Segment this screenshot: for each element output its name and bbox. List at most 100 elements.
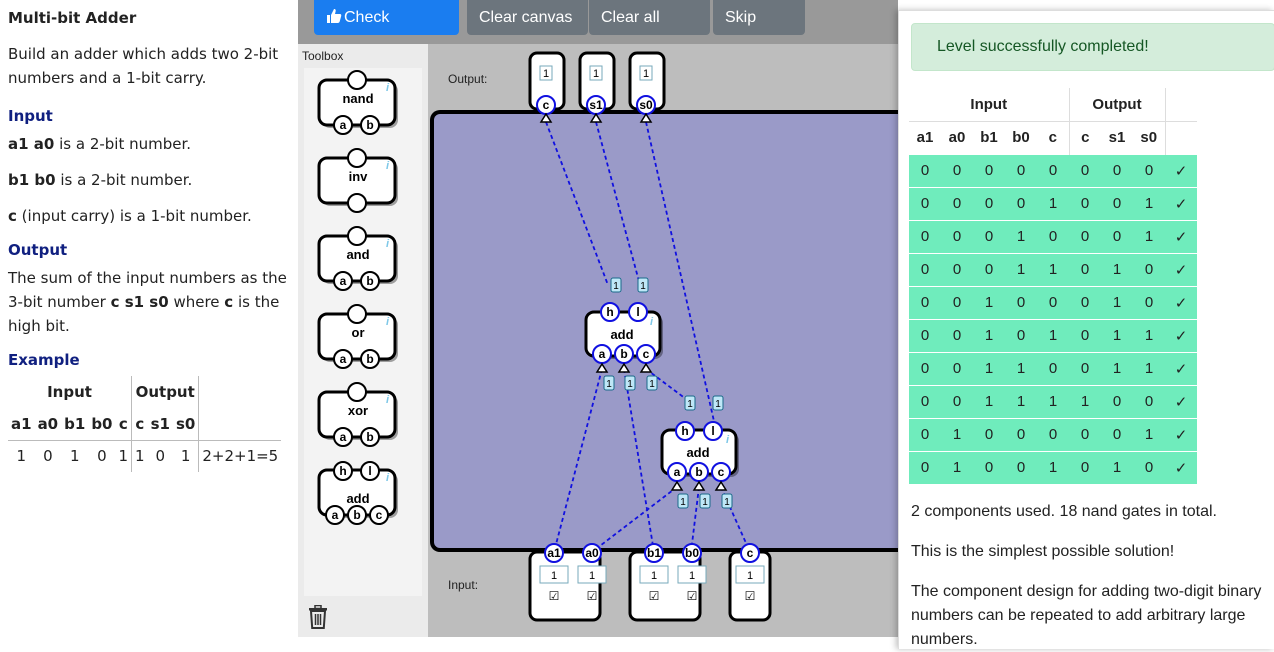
truth-input-group: Input: [909, 88, 1070, 122]
connector-arrow: [617, 362, 631, 373]
pin-b[interactable]: b: [360, 427, 380, 447]
check-mark-icon: ✓: [1165, 153, 1197, 187]
svg-text:b: b: [620, 347, 627, 361]
skip-level-button[interactable]: Skip level: [713, 0, 805, 61]
adder2-pin-a[interactable]: a: [667, 462, 687, 482]
truth-cell: 0: [973, 450, 1005, 484]
clear-canvas-button[interactable]: Clear canvas: [467, 0, 588, 35]
adder2-pin-h[interactable]: h: [675, 421, 695, 441]
check-mark-icon: ✓: [1165, 318, 1197, 352]
truth-cell: 0: [1037, 153, 1069, 187]
pin-b[interactable]: b: [360, 349, 380, 369]
adder2-pin-c[interactable]: c: [711, 462, 731, 482]
result-panel: Level successfully completed! Input Outp…: [898, 10, 1274, 649]
trash-icon[interactable]: [308, 605, 328, 629]
svg-text:1: 1: [551, 570, 557, 582]
pin-b[interactable]: b: [360, 271, 380, 291]
truth-cell: 0: [1133, 285, 1165, 319]
level-title: Multi-bit Adder: [8, 9, 137, 27]
pin-b[interactable]: b: [360, 115, 380, 135]
wire-value-badge: 1: [610, 277, 622, 293]
adder1-pin-c[interactable]: c: [636, 344, 656, 364]
adder1-pin-l[interactable]: l: [628, 302, 648, 322]
truth-col-5: c: [1081, 129, 1090, 146]
svg-text:b: b: [353, 508, 360, 522]
wire-value-badge: 1: [684, 395, 696, 411]
clear-all-levels-button[interactable]: Clear all levels: [589, 0, 710, 61]
truth-cell: 0: [909, 186, 941, 220]
truth-cell: 1: [941, 417, 973, 451]
pin-a[interactable]: a: [333, 271, 353, 291]
adder-label: add: [686, 445, 709, 460]
check-mark-icon: ✓: [1165, 285, 1197, 319]
input-pin-c[interactable]: c: [740, 543, 760, 563]
pin-c[interactable]: c: [369, 505, 389, 525]
pin-a[interactable]: a: [325, 505, 345, 525]
pin-a[interactable]: a: [333, 349, 353, 369]
truth-cell: 0: [941, 186, 973, 220]
truth-col-6: s1: [1108, 129, 1126, 146]
example-cell: 1: [8, 439, 35, 472]
svg-text:1: 1: [627, 379, 633, 390]
pin-in[interactable]: [347, 148, 367, 168]
svg-text:1: 1: [593, 68, 599, 80]
input-checkbox[interactable]: ☑: [587, 589, 598, 603]
truth-cell: 0: [909, 318, 941, 352]
truth-cell: 1: [1133, 318, 1165, 352]
svg-text:c: c: [543, 98, 550, 112]
input-pin-b0[interactable]: b0: [682, 543, 702, 563]
truth-cell: 0: [1005, 153, 1037, 187]
svg-text:b1: b1: [647, 546, 661, 560]
wire[interactable]: [623, 368, 655, 553]
input-checkbox[interactable]: ☑: [687, 589, 698, 603]
adder2-pin-l[interactable]: l: [703, 421, 723, 441]
pin-out[interactable]: [347, 226, 367, 246]
check-mark-icon: ✓: [1165, 450, 1197, 484]
wire[interactable]: [553, 368, 603, 553]
adder1-pin-b[interactable]: b: [614, 344, 634, 364]
pin-b[interactable]: b: [347, 505, 367, 525]
input-pin-a0[interactable]: a0: [582, 543, 602, 563]
pin-h[interactable]: h: [333, 461, 353, 481]
truth-cell: 0: [1069, 186, 1101, 220]
truth-cell: 1: [941, 450, 973, 484]
adder1-pin-h[interactable]: h: [600, 302, 620, 322]
pin-out[interactable]: [347, 382, 367, 402]
svg-text:h: h: [339, 464, 346, 478]
svg-text:1: 1: [724, 497, 730, 508]
output-pin-s1[interactable]: s1: [586, 95, 606, 115]
wire[interactable]: [591, 486, 678, 553]
output-pin-s0[interactable]: s0: [636, 95, 656, 115]
pin-out[interactable]: [347, 304, 367, 324]
input-checkbox[interactable]: ☑: [745, 589, 756, 603]
adder1-pin-a[interactable]: a: [592, 344, 612, 364]
truth-cell: 0: [909, 252, 941, 286]
truth-cell: 1: [1005, 351, 1037, 385]
circuit-canvas[interactable]: Output: Input: 1 1 1 add i add i 1 1 1 1 1 1 1 1 1 1 c s1 s…: [428, 44, 910, 637]
wire[interactable]: [690, 486, 700, 553]
input-checkbox[interactable]: ☑: [649, 589, 660, 603]
truth-cell: 0: [1069, 252, 1101, 286]
truth-row: 0 0 0 1 0 0 0 1 ✓: [909, 219, 1197, 253]
wire[interactable]: [595, 121, 641, 286]
connector-arrow: [539, 112, 553, 123]
circuit-drawing[interactable]: 1 1 1addiaddi1 11 1 11 11 1 1c s1 s0h la b ch la b c1☑a1…: [428, 44, 898, 637]
pin-l[interactable]: l: [360, 461, 380, 481]
wire-value-badge: 1: [712, 395, 724, 411]
pin-a[interactable]: a: [333, 427, 353, 447]
truth-cell: 1: [973, 285, 1005, 319]
input-pin-b1[interactable]: b1: [644, 543, 664, 563]
input-checkbox[interactable]: ☑: [549, 589, 560, 603]
adder2-pin-b[interactable]: b: [689, 462, 709, 482]
pin-a[interactable]: a: [333, 115, 353, 135]
truth-cell: 0: [1069, 417, 1101, 451]
check-solution-button[interactable]: Check solution: [314, 0, 459, 61]
toolbox-label-add: add: [346, 491, 369, 506]
wire[interactable]: [545, 121, 609, 286]
pin-out[interactable]: [347, 70, 367, 90]
pin-out[interactable]: [347, 193, 367, 213]
input-pin-a1[interactable]: a1: [544, 543, 564, 563]
output-pin-c[interactable]: c: [536, 95, 556, 115]
example-col-6: s1: [147, 408, 173, 441]
truth-cell: 1: [1133, 417, 1165, 451]
